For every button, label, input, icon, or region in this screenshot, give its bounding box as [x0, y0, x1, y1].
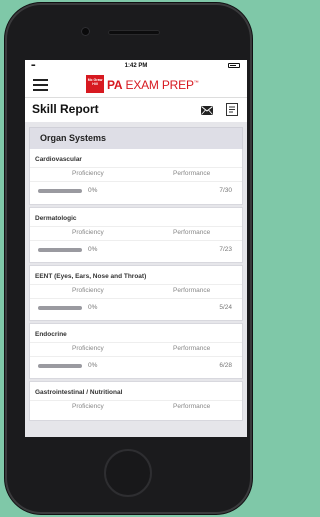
status-bar: ▪▪▪ 1:42 PM: [25, 60, 247, 72]
publisher-logo: Mc Graw Hill: [86, 75, 104, 93]
earpiece-speaker: [108, 30, 160, 35]
brand-title: PA EXAM PREP™: [107, 78, 199, 92]
performance-header: Performance: [173, 229, 211, 236]
skill-card[interactable]: Gastrointestinal / Nutritional Proficien…: [29, 381, 243, 421]
front-camera: [81, 27, 90, 36]
skill-name: Endocrine: [35, 331, 67, 338]
proficiency-value: 0%: [88, 362, 98, 369]
performance-value: 5/24: [219, 304, 232, 311]
section-header: Organ Systems: [29, 127, 243, 149]
phone-frame: ▪▪▪ 1:42 PM Mc Graw Hill PA EXAM PREP™ S…: [5, 3, 252, 514]
performance-header: Performance: [173, 403, 211, 410]
brand-title-bold: PA: [107, 78, 123, 92]
skill-card[interactable]: Dermatologic Proficiency Performance 0% …: [29, 207, 243, 263]
performance-header: Performance: [173, 170, 211, 177]
skill-name: Gastrointestinal / Nutritional: [35, 389, 123, 396]
mail-icon[interactable]: [201, 106, 213, 115]
proficiency-value: 0%: [88, 187, 98, 194]
skill-card[interactable]: EENT (Eyes, Ears, Nose and Throat) Profi…: [29, 265, 243, 321]
proficiency-bar: [38, 248, 82, 252]
proficiency-bar: [38, 306, 82, 310]
skill-name: EENT (Eyes, Ears, Nose and Throat): [35, 273, 147, 280]
skill-name: Cardiovascular: [35, 156, 82, 163]
status-time: 1:42 PM: [124, 63, 148, 69]
brand-title-rest: EXAM PREP: [122, 78, 194, 92]
performance-header: Performance: [173, 345, 211, 352]
performance-header: Performance: [173, 287, 211, 294]
proficiency-header: Proficiency: [72, 345, 104, 352]
proficiency-bar: [38, 364, 82, 368]
performance-value: 7/23: [219, 246, 232, 253]
page-title: Skill Report: [32, 102, 99, 116]
home-button[interactable]: [104, 449, 152, 497]
document-icon[interactable]: [226, 103, 238, 116]
proficiency-header: Proficiency: [72, 287, 104, 294]
skill-card[interactable]: Cardiovascular Proficiency Performance 0…: [29, 149, 243, 205]
proficiency-value: 0%: [88, 304, 98, 311]
title-bar: Skill Report: [25, 98, 247, 122]
performance-value: 7/30: [219, 187, 232, 194]
app-screen: ▪▪▪ 1:42 PM Mc Graw Hill PA EXAM PREP™ S…: [25, 60, 247, 437]
proficiency-bar: [38, 189, 82, 193]
proficiency-header: Proficiency: [72, 403, 104, 410]
brand-trademark: ™: [193, 80, 199, 86]
skill-card[interactable]: Endocrine Proficiency Performance 0% 6/2…: [29, 323, 243, 379]
menu-icon[interactable]: [33, 79, 48, 91]
battery-icon: [228, 63, 240, 68]
performance-value: 6/28: [219, 362, 232, 369]
skill-report-content: Organ Systems Cardiovascular Proficiency…: [25, 122, 247, 437]
proficiency-header: Proficiency: [72, 229, 104, 236]
proficiency-header: Proficiency: [72, 170, 104, 177]
skill-name: Dermatologic: [35, 215, 77, 222]
app-header: Mc Graw Hill PA EXAM PREP™: [25, 72, 247, 98]
proficiency-value: 0%: [88, 246, 98, 253]
